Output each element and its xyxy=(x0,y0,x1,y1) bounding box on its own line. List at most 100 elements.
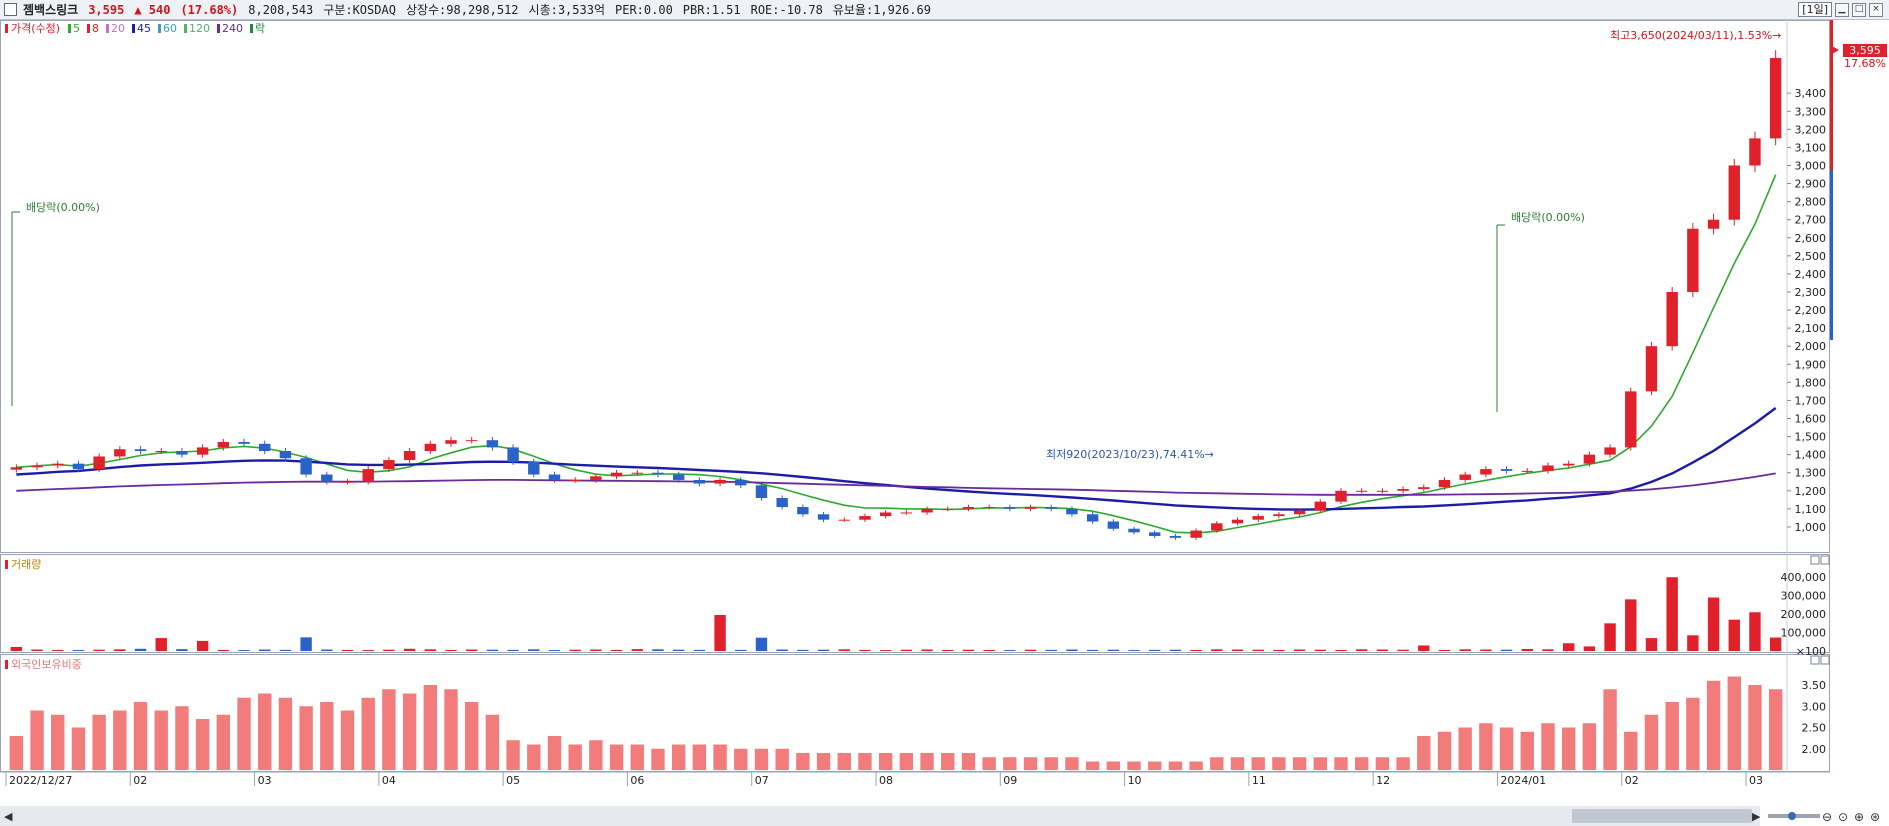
candle-body xyxy=(735,479,747,486)
candle-body xyxy=(631,472,643,474)
foreign-bar xyxy=(1437,731,1452,770)
foreign-bar xyxy=(51,714,65,770)
zoom-fit-icon[interactable]: ⊛ xyxy=(1870,810,1880,824)
foreign-bar xyxy=(30,710,44,770)
foreign-bar xyxy=(154,710,168,770)
foreign-bar xyxy=(1541,723,1555,770)
price-y-tick: 3,400 xyxy=(1795,87,1827,100)
foreign-bar xyxy=(589,740,603,770)
candle-body xyxy=(176,451,188,455)
candle-body xyxy=(983,507,995,509)
close-icon[interactable]: × xyxy=(1869,2,1883,17)
x-axis-label: 04 xyxy=(382,774,396,787)
foreign-bar xyxy=(734,748,748,770)
zoom-in-icon[interactable]: ⊕ xyxy=(1854,810,1864,824)
volume-bar xyxy=(672,649,685,651)
foreign-bar xyxy=(1748,685,1762,770)
foreign-bar xyxy=(1768,689,1783,770)
scroll-right-icon[interactable]: ▶ xyxy=(1752,810,1761,823)
volume-bar xyxy=(1376,649,1389,651)
candle-body xyxy=(1707,219,1720,229)
volume-bar xyxy=(1418,645,1430,651)
volume-bar xyxy=(72,650,85,651)
volume-bar xyxy=(1211,649,1223,651)
volume-panel-title: 거래량 xyxy=(11,558,41,571)
foreign-bar xyxy=(340,710,355,770)
minimize-icon[interactable]: ▁ xyxy=(1835,2,1849,17)
foreign-bar xyxy=(320,702,334,770)
candle-body xyxy=(1687,228,1699,292)
volume-bar xyxy=(1335,649,1347,651)
price-y-tick: 1,100 xyxy=(1795,503,1827,516)
foreign-bar xyxy=(547,736,562,770)
foreign-bar xyxy=(1499,727,1514,770)
legend-ma-label: 120 xyxy=(189,22,210,35)
market-type: 구분:KOSDAQ xyxy=(323,3,396,17)
candle-body xyxy=(590,476,602,480)
maximize-icon[interactable]: □ xyxy=(1852,2,1866,17)
price-y-tick: 2,300 xyxy=(1795,286,1827,299)
candle-body xyxy=(114,449,126,457)
low-annotation: 최저920(2023/10/23),74.41%→ xyxy=(1046,448,1214,461)
period-selector[interactable]: [1일] xyxy=(1798,2,1832,17)
foreign-bar xyxy=(1355,757,1369,770)
volume-bar xyxy=(1169,649,1182,651)
foreign-panel-maximize-icon[interactable] xyxy=(1810,655,1820,665)
candle-body xyxy=(900,512,913,514)
foreign-bar xyxy=(651,748,665,770)
foreign-bar xyxy=(278,697,293,770)
listed-shares: 상장수:98,298,512 xyxy=(405,3,519,17)
down-range-bar xyxy=(1830,170,1833,340)
candle-body xyxy=(300,458,312,475)
volume-bar xyxy=(1604,623,1616,651)
foreign-bar xyxy=(1313,757,1327,770)
foreign-bar xyxy=(878,753,893,770)
volume-panel-maximize-icon[interactable] xyxy=(1810,555,1820,565)
candle-body xyxy=(1149,532,1161,536)
foreign-bar xyxy=(1396,757,1410,770)
volume-bar xyxy=(900,649,913,651)
volume-bar xyxy=(93,649,105,651)
scrollbar-track[interactable] xyxy=(0,806,1760,826)
foreign-bar xyxy=(237,697,251,770)
foreign-bar xyxy=(527,744,541,770)
foreign-panel-close-icon[interactable] xyxy=(1820,655,1830,665)
volume-bar xyxy=(196,640,209,651)
foreign-bar xyxy=(1251,757,1265,770)
candle-body xyxy=(10,467,23,470)
x-axis-label: 03 xyxy=(258,774,272,787)
price-y-tick: 2,200 xyxy=(1795,304,1827,317)
zoom-slider-handle[interactable] xyxy=(1788,812,1796,820)
candle-body xyxy=(1438,479,1451,488)
price-y-tick: 1,700 xyxy=(1795,394,1827,407)
price-grid: 1,000 1,100 1,200 1,300 1,400 1,500 1,600 1,700… xyxy=(1787,87,1826,534)
volume-legend-swatch xyxy=(5,560,8,569)
foreign-bar xyxy=(796,753,810,770)
scrollbar-thumb[interactable] xyxy=(1572,809,1752,823)
candle-body xyxy=(1045,507,1057,509)
scroll-left-icon[interactable]: ◀ xyxy=(4,810,13,823)
foreign-y-tick: 2.50 xyxy=(1802,722,1827,735)
volume-y-tick: 200,000 xyxy=(1781,608,1827,621)
volume-bar xyxy=(238,650,250,651)
volume-bar xyxy=(114,649,126,651)
header-checkbox[interactable] xyxy=(4,3,17,16)
volume-bar xyxy=(1749,612,1761,651)
foreign-bar xyxy=(1210,757,1224,770)
candle-body xyxy=(1645,346,1658,392)
zoom-out-icon[interactable]: ⊖ xyxy=(1822,810,1832,824)
window-controls: [1일] ▁ □ × xyxy=(1798,2,1883,17)
foreign-bar xyxy=(299,706,313,770)
volume-bar xyxy=(652,649,664,651)
candle-body xyxy=(403,451,416,461)
candle-body xyxy=(321,474,333,482)
volume-bar xyxy=(693,649,706,651)
volume-bar xyxy=(1107,649,1120,651)
foreign-bar xyxy=(609,744,624,770)
zoom-reset-icon[interactable]: ⊙ xyxy=(1838,810,1848,824)
x-axis: 2022/12/27 02 03 04 05 06 07 08 09 10 11 12 2024/01 0… xyxy=(0,771,1830,787)
volume-panel-close-icon[interactable] xyxy=(1820,555,1830,565)
foreign-bar xyxy=(1168,761,1183,770)
candle-body xyxy=(1769,57,1782,139)
candle-body xyxy=(548,474,561,480)
